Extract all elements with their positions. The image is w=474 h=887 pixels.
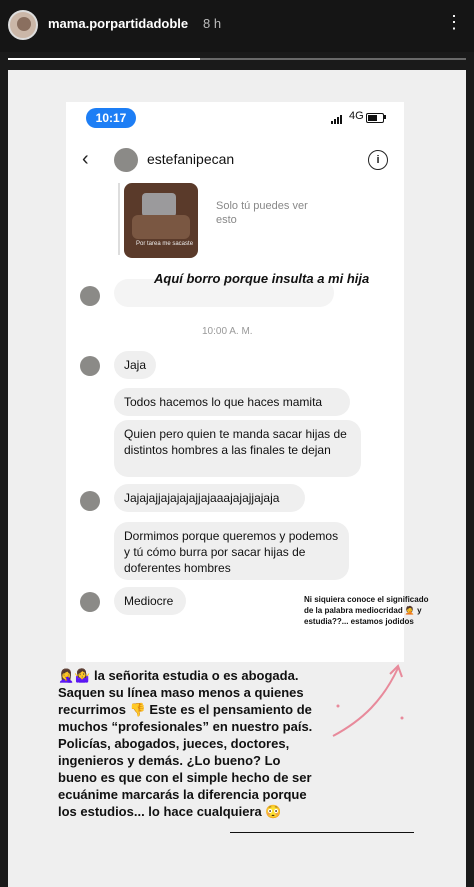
message-bubble: Mediocre: [114, 587, 186, 615]
signal-icon: [331, 114, 345, 124]
username[interactable]: mama.porpartidadoble: [48, 16, 188, 31]
message-bubble: Dormimos porque queremos y podemos y tú …: [114, 522, 349, 580]
message-bubble: Jaja: [114, 351, 156, 379]
chat-avatar[interactable]: [114, 148, 138, 172]
status-time: 10:17: [86, 108, 136, 128]
shared-media[interactable]: Por tarea me sacaste: [124, 183, 198, 258]
back-icon[interactable]: ‹: [82, 148, 89, 171]
message-bubble: Todos hacemos lo que haces mamita: [114, 388, 350, 416]
reply-line: [118, 183, 120, 255]
story-header: mama.porpartidadoble 8 h ⋮: [0, 0, 474, 52]
battery-tip-icon: [384, 115, 386, 119]
post-time: 8 h: [203, 16, 222, 31]
message-avatar: [80, 592, 100, 612]
message-time: 10:00 A. M.: [202, 326, 253, 337]
more-options-icon[interactable]: ⋮: [445, 12, 464, 33]
message-bubble: Quien pero quien te manda sacar hijas de…: [114, 420, 361, 477]
chat-name[interactable]: estefanipecan: [147, 151, 234, 167]
story-caption: 🤦‍♀️🤷‍♀️ la señorita estudia o es abogad…: [58, 668, 313, 819]
only-you-label: Solo tú puedes ver esto: [216, 200, 308, 226]
battery-icon: [366, 113, 384, 123]
message-avatar: [80, 286, 100, 306]
redaction-note: Aquí borro porque insulta a mi hija: [154, 271, 370, 286]
network-label: 4G: [349, 110, 364, 122]
message-avatar: [80, 356, 100, 376]
dm-header: ‹ estefanipecan i: [66, 140, 404, 182]
caption-underline: [230, 832, 414, 833]
drawn-arrow-icon: [332, 664, 404, 737]
profile-avatar[interactable]: [8, 10, 38, 40]
media-label: Por tarea me sacaste: [136, 241, 194, 247]
message-avatar: [80, 491, 100, 511]
handwritten-comment: Ni siquiera conoce el significado de la …: [304, 595, 429, 626]
story-progress-fill: [8, 58, 201, 60]
message-bubble: Jajajajjajajajajjajaaajajajjajaja: [114, 484, 305, 512]
story-progress-bar: [8, 58, 466, 60]
story-card: 10:17 4G ‹ estefanipecan i Por tarea me …: [8, 70, 466, 887]
chat-screenshot: 10:17 4G ‹ estefanipecan i Por tarea me …: [66, 102, 404, 662]
info-icon[interactable]: i: [368, 150, 388, 170]
